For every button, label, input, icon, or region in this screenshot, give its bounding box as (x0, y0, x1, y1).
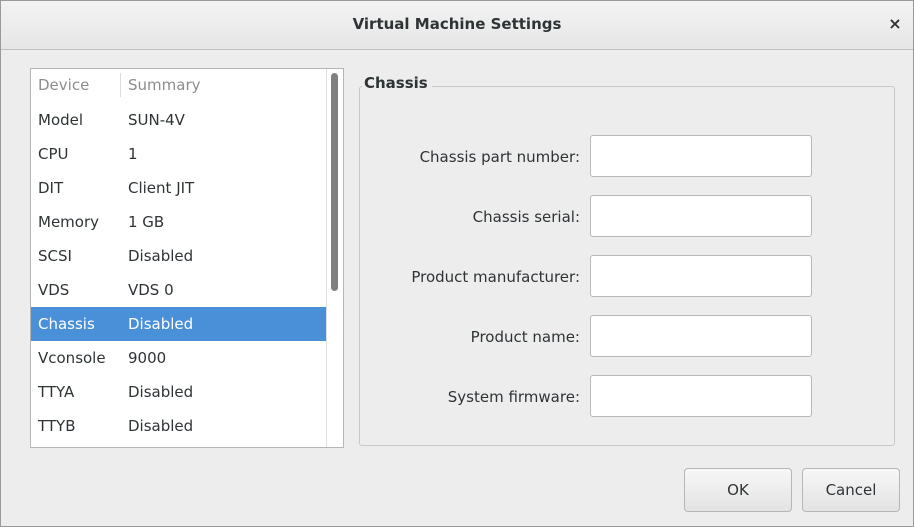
device-summary: 9000 (128, 349, 167, 367)
product-name-input[interactable] (590, 315, 812, 357)
list-item[interactable]: SCSI Disabled (31, 239, 327, 273)
list-item[interactable]: DIT Client JIT (31, 171, 327, 205)
chassis-part-number-input[interactable] (590, 135, 812, 177)
chassis-section-label: Chassis (362, 74, 432, 92)
cancel-button[interactable]: Cancel (802, 468, 900, 512)
device-summary: 1 GB (128, 213, 165, 231)
device-name: TTYA (38, 383, 75, 401)
list-item[interactable]: Memory 1 GB (31, 205, 327, 239)
device-summary: Disabled (128, 383, 194, 401)
column-header-summary[interactable]: Summary (128, 76, 201, 94)
dialog-title: Virtual Machine Settings (352, 15, 562, 33)
list-item[interactable]: TTYB Disabled (31, 409, 327, 443)
device-name: Chassis (38, 315, 95, 333)
device-name: DIT (38, 179, 64, 197)
list-item-selected[interactable]: Chassis Disabled (31, 307, 327, 341)
list-item[interactable]: VDS VDS 0 (31, 273, 327, 307)
chassis-part-number-label: Chassis part number: (419, 148, 580, 166)
column-header-device[interactable]: Device (38, 76, 89, 94)
ok-button[interactable]: OK (684, 468, 792, 512)
device-name: Vconsole (38, 349, 106, 367)
close-icon[interactable]: × (885, 14, 905, 34)
device-summary: VDS 0 (128, 281, 174, 299)
product-manufacturer-input[interactable] (590, 255, 812, 297)
device-summary: SUN-4V (128, 111, 185, 129)
list-header: Device Summary (31, 69, 327, 101)
device-rows: Model SUN-4V CPU 1 DIT Client JIT Memory… (31, 103, 327, 443)
list-item[interactable]: CPU 1 (31, 137, 327, 171)
product-manufacturer-label: Product manufacturer: (411, 268, 580, 286)
product-name-label: Product name: (470, 328, 580, 346)
system-firmware-input[interactable] (590, 375, 812, 417)
device-name: SCSI (38, 247, 72, 265)
title-bar[interactable]: Virtual Machine Settings × (1, 1, 913, 50)
system-firmware-label: System firmware: (447, 388, 580, 406)
device-name: TTYB (38, 417, 76, 435)
list-item[interactable]: Vconsole 9000 (31, 341, 327, 375)
device-name: Memory (38, 213, 100, 231)
device-list: Device Summary Model SUN-4V CPU 1 DIT Cl… (30, 68, 344, 448)
scrollbar-thumb[interactable] (331, 73, 338, 291)
device-summary: 1 (128, 145, 138, 163)
chassis-serial-input[interactable] (590, 195, 812, 237)
chassis-serial-label: Chassis serial: (472, 208, 580, 226)
device-summary: Disabled (128, 247, 194, 265)
device-summary: Disabled (128, 315, 194, 333)
column-separator (120, 73, 121, 97)
device-name: VDS (38, 281, 70, 299)
device-summary: Disabled (128, 417, 194, 435)
list-item[interactable]: Model SUN-4V (31, 103, 327, 137)
device-name: CPU (38, 145, 69, 163)
list-item[interactable]: TTYA Disabled (31, 375, 327, 409)
list-scrollbar[interactable] (326, 69, 343, 447)
device-summary: Client JIT (128, 179, 195, 197)
device-name: Model (38, 111, 84, 129)
